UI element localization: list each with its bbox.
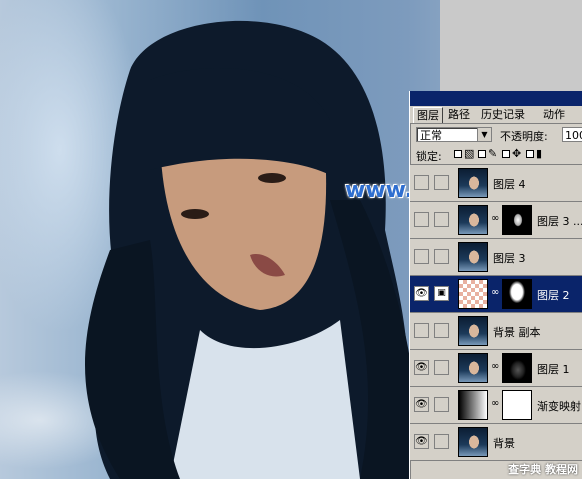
- layer-name: 渐变映射: [537, 400, 581, 413]
- layer-name: 图层 3: [493, 252, 526, 265]
- mask-thumbnail: [502, 205, 532, 235]
- eye-icon[interactable]: 👁: [414, 360, 429, 375]
- link-toggle[interactable]: [434, 397, 449, 412]
- blend-mode-value: 正常: [420, 129, 442, 142]
- layer-thumbnail: [458, 279, 488, 309]
- link-toggle[interactable]: [434, 249, 449, 264]
- tab-layers[interactable]: 图层: [413, 107, 443, 123]
- layer-thumbnail: [458, 316, 488, 346]
- move-icon: ✥: [512, 147, 522, 160]
- link-toggle[interactable]: [434, 360, 449, 375]
- chain-icon: ∞: [491, 213, 500, 224]
- lock-position-checkbox[interactable]: [502, 150, 510, 158]
- mask-thumbnail: [502, 390, 532, 420]
- layer-name: 图层 3 ...: [537, 215, 582, 228]
- layer-thumbnail: [458, 427, 488, 457]
- chain-icon: ∞: [491, 361, 500, 372]
- layer-thumbnail: [458, 168, 488, 198]
- layer-row[interactable]: 👁 ∞ 图层 1: [410, 350, 582, 387]
- panel-tabs: 图层 路径 历史记录 动作: [410, 106, 582, 124]
- layer-name: 背景: [493, 437, 515, 450]
- lock-label: 锁定:: [416, 150, 442, 163]
- chain-icon: ∞: [491, 398, 500, 409]
- eye-icon[interactable]: 👁: [414, 286, 429, 301]
- layer-row[interactable]: 👁 背景: [410, 424, 582, 461]
- visibility-toggle[interactable]: [414, 175, 429, 190]
- adjustment-thumbnail: [458, 390, 488, 420]
- opacity-field[interactable]: 100: [562, 127, 582, 142]
- blend-mode-select[interactable]: 正常 ▼: [416, 127, 492, 142]
- layer-row[interactable]: ∞ 图层 3 ...: [410, 202, 582, 239]
- layer-name: 图层 4: [493, 178, 526, 191]
- chain-icon: ∞: [491, 287, 500, 298]
- layer-thumbnail: [458, 242, 488, 272]
- brush-icon[interactable]: ▣: [434, 286, 449, 301]
- layer-row-selected[interactable]: 👁 ▣ ∞ 图层 2: [410, 276, 582, 313]
- lock-transparency-checkbox[interactable]: [454, 150, 462, 158]
- tab-actions[interactable]: 动作: [540, 107, 568, 122]
- bottom-watermark: 查字典 教程网: [508, 463, 578, 476]
- layer-row[interactable]: 👁 ∞ 渐变映射: [410, 387, 582, 424]
- checker-icon: ▧: [464, 147, 475, 160]
- layer-row[interactable]: 图层 3: [410, 239, 582, 276]
- visibility-toggle[interactable]: [414, 323, 429, 338]
- lock-pixels-checkbox[interactable]: [478, 150, 486, 158]
- lock-all-checkbox[interactable]: [526, 150, 534, 158]
- eye-icon[interactable]: 👁: [414, 434, 429, 449]
- layer-name: 图层 1: [537, 363, 570, 376]
- layer-row[interactable]: 背景 副本: [410, 313, 582, 350]
- mask-thumbnail: [502, 353, 532, 383]
- tab-history[interactable]: 历史记录: [478, 107, 528, 122]
- link-toggle[interactable]: [434, 434, 449, 449]
- layer-row[interactable]: 图层 4: [410, 165, 582, 202]
- mask-thumbnail: [502, 279, 532, 309]
- visibility-toggle[interactable]: [414, 212, 429, 227]
- layer-name: 背景 副本: [493, 326, 541, 339]
- link-toggle[interactable]: [434, 323, 449, 338]
- brush-icon: ✎: [488, 147, 498, 160]
- visibility-toggle[interactable]: [414, 249, 429, 264]
- tab-paths[interactable]: 路径: [445, 107, 473, 122]
- layer-thumbnail: [458, 353, 488, 383]
- link-toggle[interactable]: [434, 212, 449, 227]
- canvas-gray-area: [440, 0, 582, 92]
- link-toggle[interactable]: [434, 175, 449, 190]
- chevron-down-icon: ▼: [477, 128, 491, 141]
- lock-icon: ▮: [536, 147, 543, 160]
- layer-thumbnail: [458, 205, 488, 235]
- opacity-label: 不透明度:: [500, 130, 548, 143]
- panel-titlebar[interactable]: [410, 91, 582, 106]
- layer-name: 图层 2: [537, 289, 570, 302]
- layers-panel: 图层 路径 历史记录 动作 正常 ▼ 不透明度: 100 锁定: ▧ ✎ ✥ ▮…: [409, 91, 582, 479]
- eye-icon[interactable]: 👁: [414, 397, 429, 412]
